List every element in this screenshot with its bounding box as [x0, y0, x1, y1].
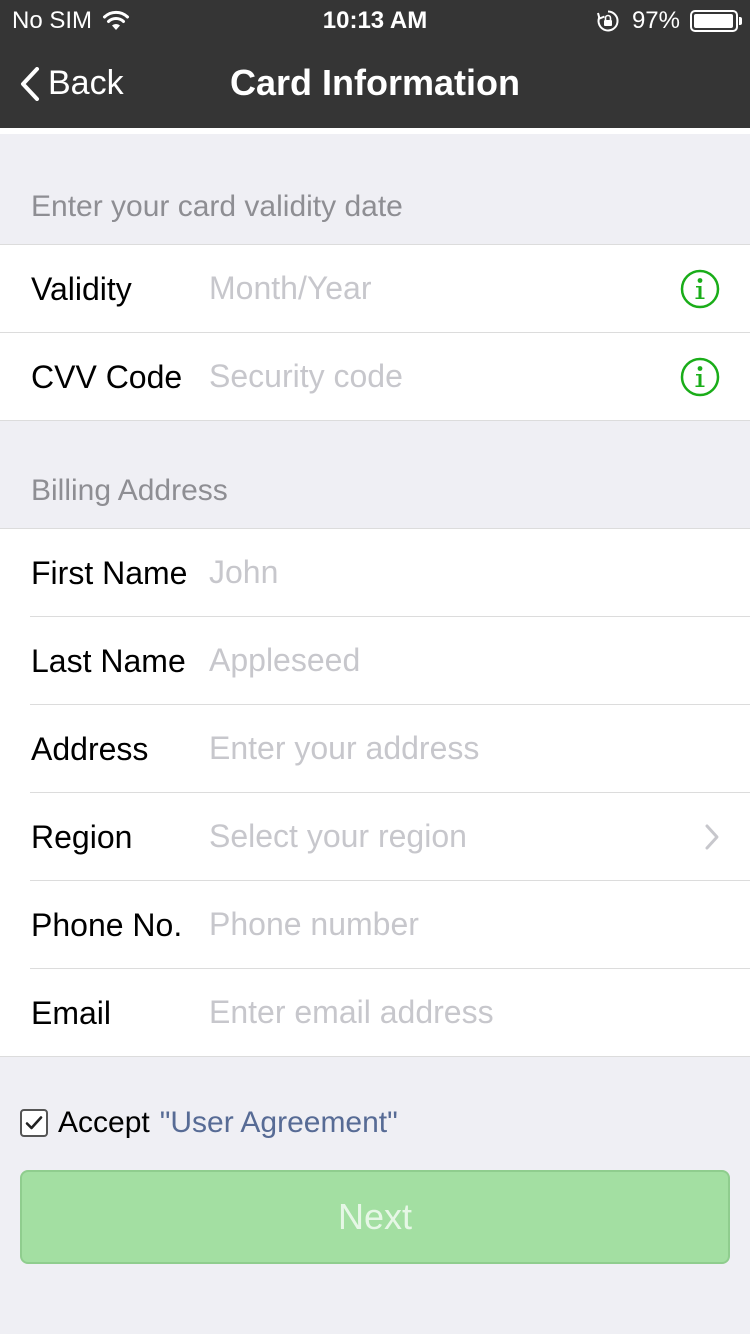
- page-title: Card Information: [229, 62, 520, 103]
- cvv-input[interactable]: [209, 355, 669, 397]
- phone-input[interactable]: [209, 903, 669, 945]
- info-icon[interactable]: [680, 357, 720, 397]
- user-agreement-link[interactable]: "User Agreement": [160, 1106, 398, 1140]
- validity-input[interactable]: [209, 267, 669, 309]
- phone-row: Phone No.: [30, 881, 750, 969]
- header: No SIM 10:13 AM 97% Back Card Informatio…: [0, 0, 750, 128]
- accept-label: Accept: [58, 1106, 150, 1139]
- chevron-right-icon: [705, 824, 719, 850]
- billing-group: First Name Last Name Address Region Phon…: [0, 528, 750, 1057]
- region-select[interactable]: [209, 815, 669, 857]
- email-input[interactable]: [209, 991, 669, 1033]
- cvv-label: CVV Code: [31, 359, 183, 395]
- validity-row: Validity: [0, 245, 750, 333]
- phone-label: Phone No.: [31, 907, 183, 943]
- battery-icon: [690, 10, 742, 32]
- billing-section-title: Billing Address: [31, 474, 228, 507]
- last-name-row: Last Name: [30, 617, 750, 705]
- status-bar: No SIM 10:13 AM 97%: [0, 0, 750, 40]
- last-name-input[interactable]: [209, 639, 669, 681]
- region-label: Region: [31, 819, 133, 855]
- address-row: Address: [30, 705, 750, 793]
- status-right: 97%: [596, 7, 742, 35]
- first-name-row: First Name: [30, 529, 750, 617]
- region-row[interactable]: Region: [30, 793, 750, 881]
- battery-percent: 97%: [631, 7, 680, 34]
- next-button[interactable]: Next: [20, 1170, 730, 1264]
- agreement-row: Accept "User Agreement": [20, 1106, 398, 1140]
- nav-divider: [0, 128, 750, 134]
- last-name-label: Last Name: [31, 643, 186, 679]
- address-input[interactable]: [209, 727, 669, 769]
- cvv-row: CVV Code: [30, 333, 750, 420]
- rotation-lock-icon: [596, 9, 620, 33]
- email-label: Email: [31, 995, 112, 1031]
- validity-group: Validity CVV Code: [0, 244, 750, 421]
- validity-label: Validity: [31, 271, 132, 307]
- address-label: Address: [31, 731, 149, 767]
- email-row: Email: [30, 969, 750, 1056]
- info-icon[interactable]: [680, 269, 720, 309]
- accept-checkbox[interactable]: [20, 1109, 48, 1137]
- battery-level: [694, 14, 733, 28]
- nav-bar: Back Card Information: [0, 40, 750, 128]
- first-name-label: First Name: [31, 555, 188, 591]
- validity-section-title: Enter your card validity date: [31, 190, 403, 223]
- checkmark-icon: [25, 1116, 43, 1130]
- first-name-input[interactable]: [209, 551, 669, 593]
